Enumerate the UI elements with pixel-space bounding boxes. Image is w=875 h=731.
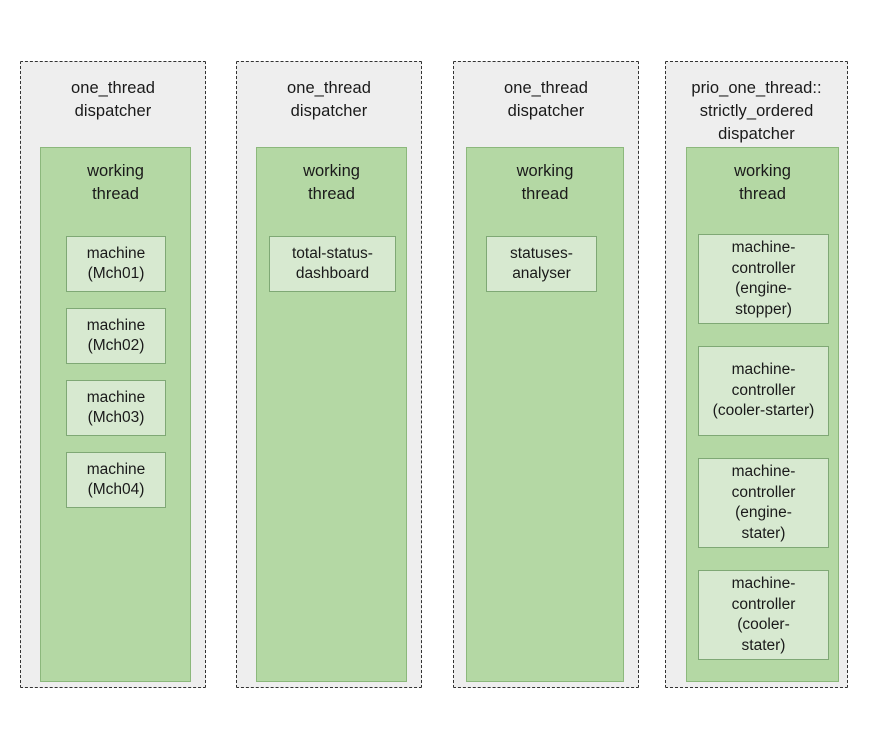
dispatcher-container-2: one_thread dispatcher working thread tot… — [236, 61, 422, 688]
working-thread-title-1: working thread — [87, 162, 144, 203]
agent-box-mch02[interactable]: machine (Mch02) — [66, 308, 166, 364]
dispatcher-title-4: prio_one_thread:: strictly_ordered dispa… — [691, 79, 822, 143]
agent-label-cooler-starter: machine- controller (cooler-starter) — [712, 361, 815, 420]
agent-label-mch03: machine (Mch03) — [86, 388, 146, 427]
working-thread-title-4: working thread — [734, 162, 791, 203]
agent-label-cooler-stater: machine- controller (cooler- stater) — [731, 575, 796, 654]
agent-label-mch04: machine (Mch04) — [86, 460, 146, 499]
agent-box-mch04[interactable]: machine (Mch04) — [66, 452, 166, 508]
agent-label-mch02: machine (Mch02) — [86, 316, 146, 355]
working-thread-4: working thread machine- controller (engi… — [686, 147, 839, 682]
dispatcher-title-3: one_thread dispatcher — [504, 79, 588, 120]
dispatcher-title-2: one_thread dispatcher — [287, 79, 371, 120]
agent-box-statuses-analyser[interactable]: statuses- analyser — [486, 236, 597, 292]
agent-box-engine-stater[interactable]: machine- controller (engine- stater) — [698, 458, 829, 548]
agent-label-engine-stater: machine- controller (engine- stater) — [731, 463, 796, 542]
working-thread-2: working thread total-status- dashboard — [256, 147, 407, 682]
agent-label-statuses-analyser: statuses- analyser — [510, 244, 573, 283]
agent-box-mch03[interactable]: machine (Mch03) — [66, 380, 166, 436]
agent-label-total-status-dashboard: total-status- dashboard — [292, 244, 373, 283]
agent-label-engine-stopper: machine- controller (engine- stopper) — [731, 239, 796, 318]
agent-box-engine-stopper[interactable]: machine- controller (engine- stopper) — [698, 234, 829, 324]
working-thread-title-3: working thread — [516, 162, 574, 203]
agent-box-total-status-dashboard[interactable]: total-status- dashboard — [269, 236, 396, 292]
dispatcher-container-4: prio_one_thread:: strictly_ordered dispa… — [665, 61, 848, 688]
working-thread-1: working thread machine (Mch01) machine (… — [40, 147, 191, 682]
agent-box-mch01[interactable]: machine (Mch01) — [66, 236, 166, 292]
working-thread-3: working thread statuses- analyser — [466, 147, 624, 682]
agent-box-cooler-stater[interactable]: machine- controller (cooler- stater) — [698, 570, 829, 660]
agent-box-cooler-starter[interactable]: machine- controller (cooler-starter) — [698, 346, 829, 436]
dispatcher-container-3: one_thread dispatcher working thread sta… — [453, 61, 639, 688]
agent-label-mch01: machine (Mch01) — [86, 244, 146, 283]
dispatcher-title-1: one_thread dispatcher — [71, 79, 155, 120]
dispatcher-diagram: one_thread dispatcher working thread mac… — [0, 0, 875, 731]
dispatcher-container-1: one_thread dispatcher working thread mac… — [20, 61, 206, 688]
working-thread-title-2: working thread — [303, 162, 360, 203]
